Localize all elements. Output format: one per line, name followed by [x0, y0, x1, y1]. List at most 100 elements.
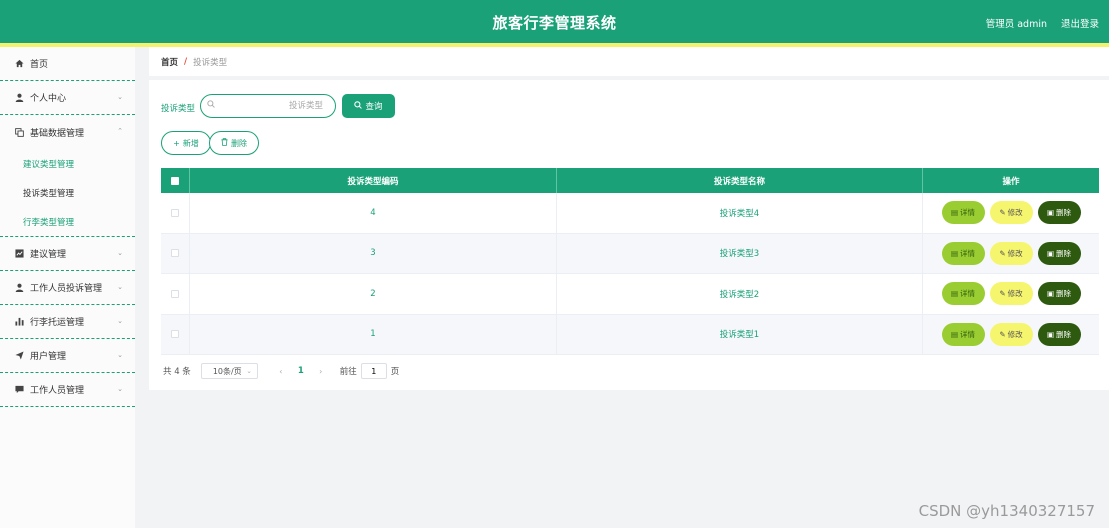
- detail-button[interactable]: ▤ 详情: [941, 241, 985, 265]
- detail-label: 详情: [960, 248, 976, 258]
- main-panel: 投诉类型 查询 + 新增 删除 投诉类型编码 投诉类型名称 操作 4 投: [149, 80, 1109, 390]
- watermark: CSDN @yh1340327157: [918, 502, 1095, 520]
- home-icon: [14, 59, 24, 69]
- delete-label: 删除: [1056, 329, 1072, 339]
- sidebar-item-staff[interactable]: 工作人员管理 ⌄: [0, 373, 135, 407]
- logout-link[interactable]: 退出登录: [1061, 16, 1099, 30]
- search-label: 投诉类型: [161, 104, 196, 114]
- app-header: 旅客行李管理系统 管理员 admin 退出登录: [0, 0, 1109, 43]
- trash-icon: ▣: [1046, 289, 1055, 299]
- sidebar-item-suggestions[interactable]: 建议管理 ⌄: [0, 237, 135, 271]
- row-checkbox[interactable]: [171, 289, 179, 298]
- detail-button[interactable]: ▤ 详情: [941, 322, 985, 346]
- trash-icon: [221, 138, 228, 148]
- page-size-value: 10条/页: [212, 366, 242, 376]
- edit-button[interactable]: ✎ 修改: [989, 241, 1033, 265]
- cell-code: 4: [370, 207, 376, 218]
- delete-button[interactable]: ▣ 删除: [1037, 282, 1081, 306]
- chevron-up-icon: ⌃: [117, 127, 123, 135]
- chevron-down-icon: ⌄: [117, 385, 123, 393]
- sidebar-item-profile[interactable]: 个人中心 ⌄: [0, 81, 135, 115]
- cell-name: 投诉类型1: [719, 330, 760, 341]
- table-row: 3 投诉类型3 ▤ 详情 ✎ 修改 ▣ 删除: [161, 233, 1099, 274]
- query-button[interactable]: 查询: [342, 94, 395, 118]
- edit-button[interactable]: ✎ 修改: [989, 201, 1033, 225]
- user-icon: [14, 93, 24, 103]
- sidebar-group-basic-data: 基础数据管理 ⌃ 建议类型管理 投诉类型管理 行李类型管理: [0, 115, 135, 237]
- edit-label: 修改: [1007, 289, 1023, 299]
- edit-icon: ✎: [999, 248, 1006, 258]
- delete-button[interactable]: ▣ 删除: [1037, 322, 1081, 346]
- detail-label: 详情: [960, 329, 976, 339]
- sidebar-item-label: 建议管理: [30, 250, 67, 260]
- document-icon: ▤: [950, 248, 959, 258]
- add-button[interactable]: + 新增: [161, 131, 211, 155]
- next-page-icon[interactable]: ›: [316, 367, 326, 376]
- sidebar-item-label: 工作人员投诉管理: [30, 284, 103, 294]
- table-row: 1 投诉类型1 ▤ 详情 ✎ 修改 ▣ 删除: [161, 314, 1099, 355]
- search-box: [200, 94, 336, 118]
- breadcrumb-home[interactable]: 首页: [161, 56, 178, 68]
- batch-delete-label: 删除: [231, 138, 247, 148]
- row-checkbox[interactable]: [171, 330, 179, 339]
- edit-button[interactable]: ✎ 修改: [989, 322, 1033, 346]
- message-icon: [14, 385, 24, 395]
- sidebar-item-staff-complaints[interactable]: 工作人员投诉管理 ⌄: [0, 271, 135, 305]
- sidebar-subitem-luggage-type[interactable]: 行李类型管理: [0, 207, 135, 236]
- send-icon: [14, 351, 24, 361]
- pagination: 共 4 条 10条/页 ⌄ ‹ 1 › 前往 页: [163, 363, 399, 379]
- sidebar-subitem-suggestion-type[interactable]: 建议类型管理: [0, 149, 135, 178]
- detail-button[interactable]: ▤ 详情: [941, 201, 985, 225]
- chevron-down-icon: ⌄: [117, 283, 123, 291]
- chevron-down-icon: ⌄: [117, 317, 123, 325]
- breadcrumb: 首页 / 投诉类型: [149, 47, 1109, 76]
- page-unit-label: 页: [390, 367, 400, 377]
- table-row: 2 投诉类型2 ▤ 详情 ✎ 修改 ▣ 删除: [161, 274, 1099, 315]
- sidebar-item-label: 个人中心: [30, 94, 67, 104]
- document-icon: ▤: [950, 289, 959, 299]
- document-icon: ▤: [950, 208, 959, 218]
- chevron-down-icon: ⌄: [246, 367, 252, 375]
- column-header-code: 投诉类型编码: [190, 168, 557, 193]
- chevron-down-icon: ⌄: [117, 351, 123, 359]
- sidebar-subitem-complaint-type[interactable]: 投诉类型管理: [0, 178, 135, 207]
- breadcrumb-separator: /: [184, 56, 188, 67]
- search-input[interactable]: [219, 98, 331, 114]
- prev-page-icon[interactable]: ‹: [276, 367, 286, 376]
- goto-page-input[interactable]: [360, 363, 387, 379]
- copy-icon: [14, 127, 24, 137]
- sidebar-item-luggage-checkin[interactable]: 行李托运管理 ⌄: [0, 305, 135, 339]
- column-header-name: 投诉类型名称: [557, 168, 923, 193]
- row-checkbox[interactable]: [171, 208, 179, 217]
- chart-box-icon: [14, 249, 24, 259]
- cell-name: 投诉类型2: [719, 289, 760, 300]
- sidebar-item-home[interactable]: 首页: [0, 47, 135, 81]
- add-button-label: 新增: [182, 138, 199, 148]
- edit-label: 修改: [1007, 329, 1023, 339]
- delete-label: 删除: [1056, 289, 1072, 299]
- trash-icon: ▣: [1046, 208, 1055, 218]
- delete-button[interactable]: ▣ 删除: [1037, 241, 1081, 265]
- sidebar-item-users[interactable]: 用户管理 ⌄: [0, 339, 135, 373]
- app-title: 旅客行李管理系统: [492, 14, 617, 32]
- cell-code: 3: [370, 248, 376, 259]
- detail-button[interactable]: ▤ 详情: [941, 282, 985, 306]
- select-all-checkbox[interactable]: [171, 176, 179, 185]
- query-button-label: 查询: [365, 102, 383, 112]
- delete-button[interactable]: ▣ 删除: [1037, 201, 1081, 225]
- table-header: 投诉类型编码 投诉类型名称 操作: [161, 168, 1099, 193]
- edit-button[interactable]: ✎ 修改: [989, 282, 1033, 306]
- page-size-select[interactable]: 10条/页 ⌄: [200, 363, 258, 379]
- breadcrumb-current: 投诉类型: [193, 57, 228, 68]
- search-icon: [354, 101, 363, 111]
- plus-icon: +: [173, 138, 180, 148]
- batch-delete-button[interactable]: 删除: [209, 131, 259, 155]
- document-icon: ▤: [950, 329, 959, 339]
- sidebar-item-label: 用户管理: [30, 352, 67, 362]
- current-user: 管理员 admin: [985, 19, 1047, 30]
- row-checkbox[interactable]: [171, 249, 179, 258]
- sidebar-item-basic-data[interactable]: 基础数据管理 ⌃: [0, 115, 135, 149]
- column-header-actions: 操作: [1002, 176, 1020, 187]
- page-number[interactable]: 1: [298, 366, 304, 376]
- detail-label: 详情: [960, 289, 976, 299]
